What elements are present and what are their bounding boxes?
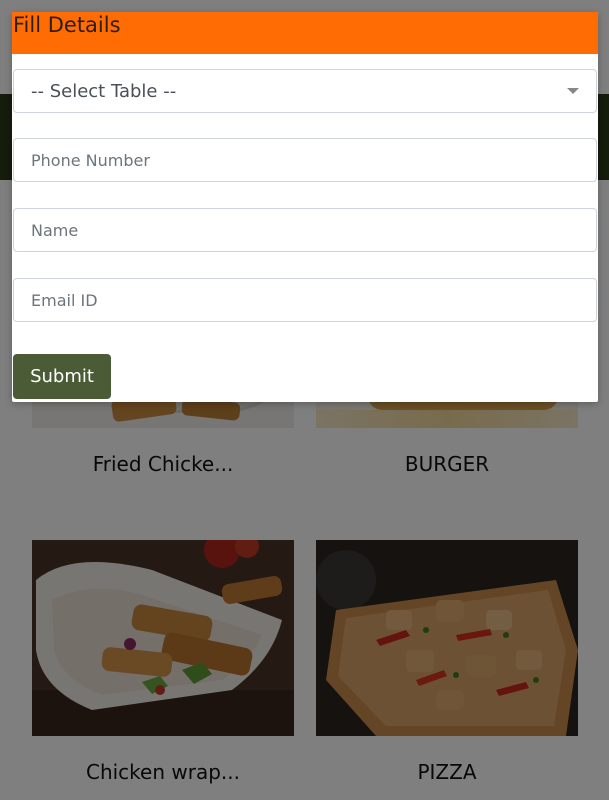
table-select[interactable]: -- Select Table -- [13, 69, 597, 113]
phone-number-input[interactable] [13, 138, 597, 182]
email-id-input[interactable] [13, 278, 597, 322]
modal-title: Fill Details [13, 13, 121, 37]
fill-details-modal: Fill Details -- Select Table -- Submit [12, 12, 598, 402]
modal-header: Fill Details [12, 12, 598, 54]
name-input[interactable] [13, 208, 597, 252]
chevron-down-icon [567, 88, 579, 94]
table-select-value: -- Select Table -- [31, 80, 177, 102]
submit-button[interactable]: Submit [13, 354, 111, 399]
